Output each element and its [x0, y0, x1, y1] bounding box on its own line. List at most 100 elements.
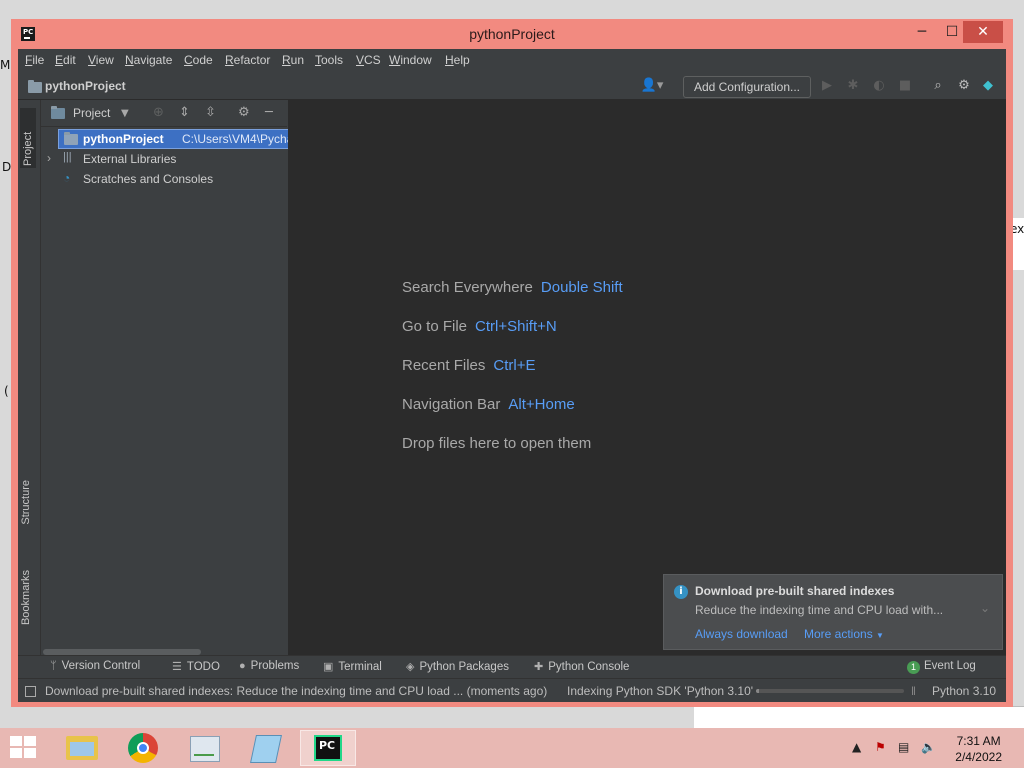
tab-event-log[interactable]: 1 Event Log [907, 660, 976, 674]
desktop-fragment: D [2, 160, 12, 174]
tab-project[interactable]: Project [20, 108, 36, 168]
background-window-bottom [694, 706, 1024, 729]
volume-muted-icon[interactable]: 🔈 [921, 740, 936, 754]
system-clock[interactable]: 7:31 AM 2/4/2022 [955, 733, 1002, 765]
menu-tools[interactable]: Tools [315, 53, 343, 67]
action-center-flag-icon[interactable]: ⚑ [875, 740, 886, 754]
branch-icon: ᛘ [50, 660, 57, 672]
menu-help[interactable]: Help [445, 53, 470, 67]
tab-python-packages[interactable]: ◈ Python Packages [406, 660, 509, 673]
python-interpreter[interactable]: Python 3.10 [932, 684, 996, 698]
hint-recent-files: Recent Files Ctrl+E [402, 357, 536, 374]
jetbrains-logo-icon[interactable]: ◆ [980, 78, 996, 94]
desktop-fragment: M [0, 58, 11, 72]
collapse-all-icon[interactable]: ⇳ [205, 105, 216, 120]
menu-edit[interactable]: Edit [55, 53, 76, 67]
tree-item-project-root[interactable]: pythonProject C:\Users\VM4\PycharmProjec… [41, 129, 427, 149]
menu-run[interactable]: Run [282, 53, 304, 67]
indexing-progress-bar [756, 689, 904, 693]
list-icon: ☰ [172, 661, 182, 673]
run-icon[interactable]: ▶ [819, 78, 835, 94]
menu-view[interactable]: View [88, 53, 114, 67]
notification-title: Download pre-built shared indexes [695, 584, 895, 598]
hide-panel-icon[interactable]: ─ [265, 105, 273, 120]
task-manager-icon[interactable] [176, 730, 232, 766]
editor-area[interactable]: Search Everywhere Double Shift Go to File… [288, 100, 1006, 655]
show-hidden-icons-chevron-icon[interactable]: ▲ [852, 740, 861, 754]
indexing-status[interactable]: Indexing Python SDK 'Python 3.10' [567, 684, 753, 698]
tab-bookmarks[interactable]: Bookmarks [20, 570, 32, 625]
expand-notification-chevron-icon[interactable]: ⌄ [980, 601, 990, 615]
tab-todo[interactable]: ☰ TODO [172, 660, 220, 673]
add-configuration-button[interactable]: Add Configuration... [683, 76, 811, 98]
menu-navigate[interactable]: Navigate [125, 53, 172, 67]
tab-terminal[interactable]: ▣ Terminal [323, 660, 382, 673]
project-panel: Project ▼ ⊕ ⇕ ⇳ ⚙ ─ pythonProject C:\Use… [41, 100, 427, 655]
menu-file[interactable]: File [25, 53, 44, 67]
title-bar[interactable]: PC pythonProject ─ ☐ ✕ [11, 19, 1013, 49]
windows-start-icon[interactable] [10, 736, 38, 760]
event-count-badge: 1 [907, 661, 920, 674]
terminal-icon: ▣ [323, 661, 334, 673]
network-icon[interactable]: ▤ [898, 740, 909, 754]
tab-python-console[interactable]: ✚ Python Console [534, 660, 629, 673]
more-actions-link[interactable]: More actions ▼ [804, 627, 884, 641]
packages-icon: ◈ [406, 661, 415, 673]
coverage-icon[interactable]: ◐ [871, 78, 887, 94]
tab-structure[interactable]: Structure [20, 480, 32, 525]
menu-code[interactable]: Code [184, 53, 213, 67]
chevron-down-icon: ▼ [876, 631, 884, 640]
ide-body: File Edit View Navigate Code Refactor Ru… [18, 49, 1006, 702]
minimize-button[interactable]: ─ [907, 21, 937, 43]
notification-balloon[interactable]: i Download pre-built shared indexes Redu… [663, 574, 1003, 650]
close-button[interactable]: ✕ [963, 21, 1003, 43]
settings-gear-icon[interactable]: ⚙ [956, 78, 972, 94]
chevron-down-icon[interactable]: ▼ [121, 108, 129, 119]
pause-indexing-icon[interactable]: ‖ [911, 684, 916, 698]
file-explorer-icon[interactable] [54, 730, 110, 766]
folder-icon [64, 132, 78, 145]
breadcrumb-project[interactable]: pythonProject [45, 79, 126, 93]
status-bar: Download pre-built shared indexes: Reduc… [18, 678, 1006, 702]
menu-window[interactable]: Window [389, 53, 432, 67]
hint-go-to-file: Go to File Ctrl+Shift+N [402, 318, 557, 335]
tab-problems[interactable]: ● Problems [239, 660, 299, 672]
project-view-icon [51, 106, 65, 119]
menu-vcs[interactable]: VCS [356, 53, 381, 67]
stop-icon[interactable]: ■ [897, 78, 913, 94]
window-title: pythonProject [469, 26, 555, 42]
folder-icon [28, 80, 42, 93]
pycharm-window: PC pythonProject ─ ☐ ✕ File Edit View Na… [11, 19, 1013, 707]
chevron-right-icon[interactable]: › [47, 151, 51, 165]
windows-taskbar: PC ▲ ⚑ ▤ 🔈 7:31 AM 2/4/2022 [0, 728, 1024, 768]
tree-item-scratches[interactable]: ◔ Scratches and Consoles [41, 169, 287, 189]
info-icon: i [674, 585, 688, 599]
project-view-selector[interactable]: Project [73, 106, 110, 120]
tree-label: pythonProject [83, 132, 164, 146]
user-account-icon[interactable]: 👤▾ [638, 78, 666, 94]
project-panel-header: Project ▼ ⊕ ⇕ ⇳ ⚙ ─ [41, 100, 287, 127]
tree-label: External Libraries [83, 152, 177, 166]
notepad-icon[interactable] [237, 730, 293, 766]
library-icon: ||| [63, 151, 72, 163]
search-icon[interactable]: ⌕ [930, 78, 946, 94]
expand-all-icon[interactable]: ⇕ [179, 105, 190, 120]
menu-refactor[interactable]: Refactor [225, 53, 270, 67]
hint-search-everywhere: Search Everywhere Double Shift [402, 279, 623, 296]
toggle-tool-windows-icon[interactable] [25, 686, 36, 697]
chrome-icon[interactable] [115, 730, 171, 766]
bottom-tool-tabs: ᛘ Version Control ☰ TODO ● Problems ▣ Termin… [18, 655, 1006, 678]
status-message[interactable]: Download pre-built shared indexes: Reduc… [45, 684, 547, 698]
tree-label: Scratches and Consoles [83, 172, 214, 186]
tree-item-external-libraries[interactable]: › ||| External Libraries [41, 149, 287, 169]
debug-icon[interactable]: ✱ [845, 78, 861, 94]
always-download-link[interactable]: Always download [695, 627, 788, 641]
panel-settings-gear-icon[interactable]: ⚙ [238, 105, 250, 120]
python-icon: ✚ [534, 661, 544, 673]
left-tool-strip: Project Structure Bookmarks [18, 100, 41, 655]
tab-version-control[interactable]: ᛘ Version Control [50, 660, 140, 672]
navigation-bar: pythonProject 👤▾ Add Configuration... ▶ … [18, 73, 1006, 100]
desktop-fragment: ( [4, 384, 9, 398]
locate-icon[interactable]: ⊕ [153, 105, 164, 120]
pycharm-taskbar-icon[interactable]: PC [300, 730, 356, 766]
